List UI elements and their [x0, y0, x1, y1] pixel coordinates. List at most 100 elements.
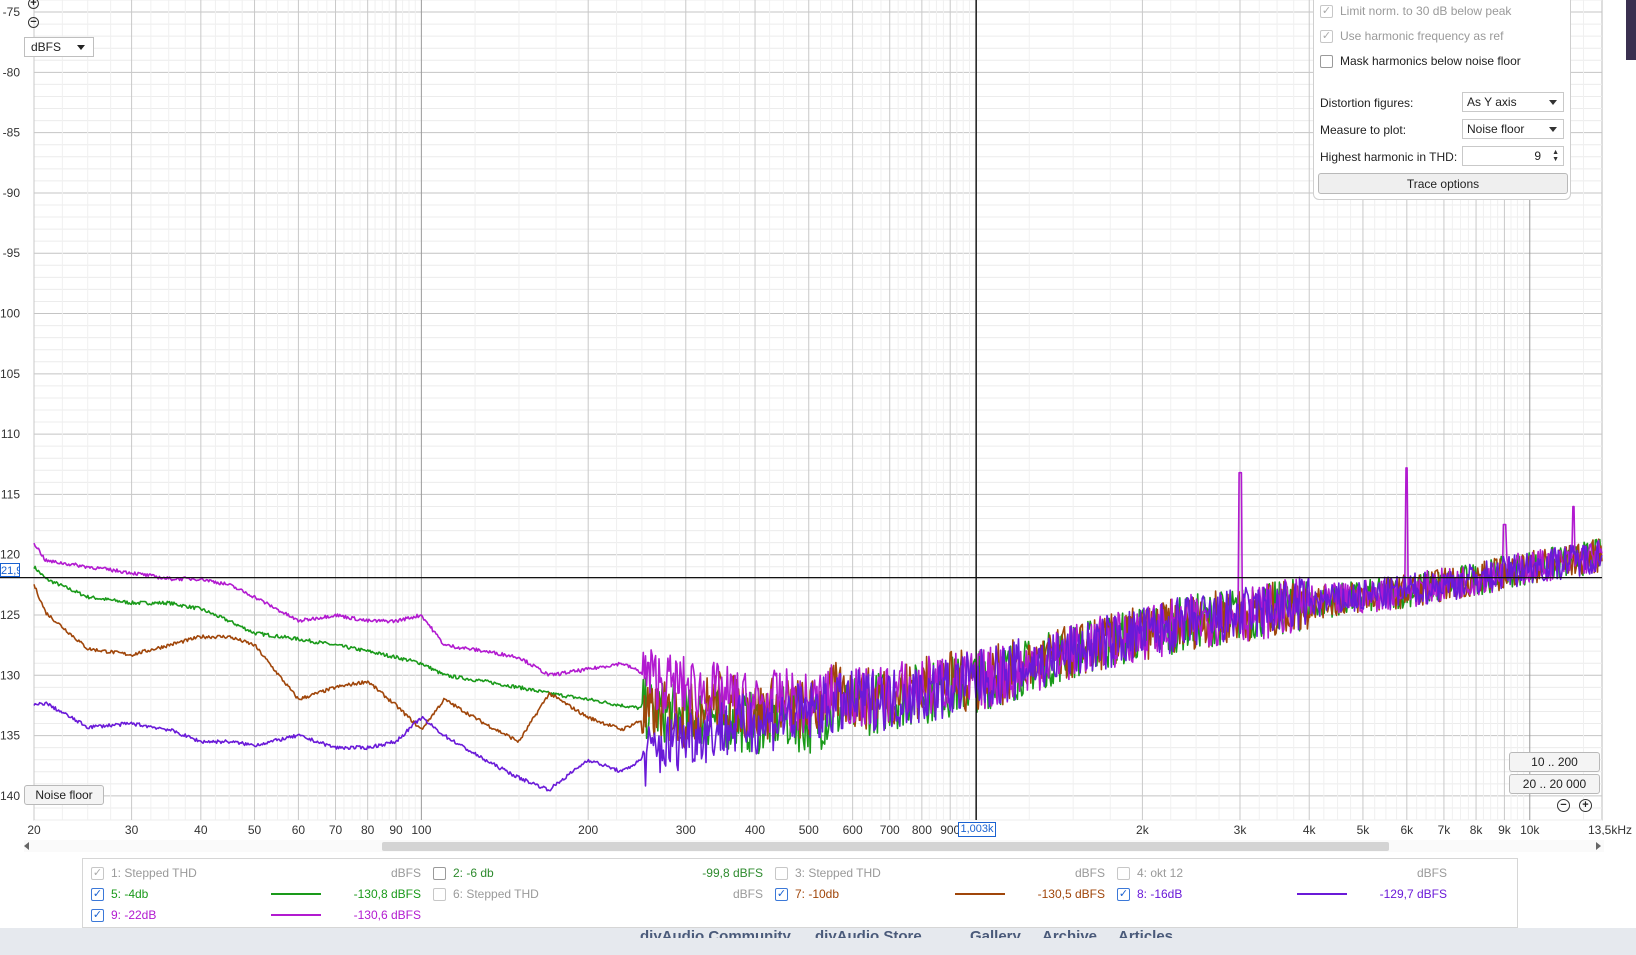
distortion-options-panel: ✓ Limit norm. to 30 dB below peak ✓ Use …: [1313, 0, 1571, 200]
trace-options-label: Trace options: [1406, 176, 1480, 191]
site-link-archive[interactable]: Archive: [1042, 928, 1097, 938]
x-tick-label: 300: [676, 823, 696, 835]
chevron-down-icon: [1549, 100, 1557, 105]
site-link-store[interactable]: diyAudio Store: [815, 928, 922, 938]
legend-item[interactable]: ✓ 8: -16dB -129,7 dBFS: [1117, 886, 1447, 902]
scroll-left-icon[interactable]: [24, 842, 29, 850]
legend-item[interactable]: ✓ 7: -10db -130,5 dBFS: [775, 886, 1105, 902]
distortion-figures-select[interactable]: As Y axis: [1462, 92, 1564, 112]
cursor-y-readout: 21,9: [0, 563, 20, 577]
legend-item[interactable]: 6: Stepped THD dBFS: [433, 886, 763, 902]
legend-name: 5: -4db: [111, 887, 149, 901]
x-tick-label: 13,5kHz: [1588, 823, 1632, 835]
chevron-down-icon: [77, 45, 85, 50]
site-link-community[interactable]: diyAudio Community: [640, 928, 791, 938]
trace-options-button[interactable]: Trace options: [1318, 173, 1568, 194]
y-tick-label: -95: [3, 246, 21, 260]
x-tick-label: 6k: [1400, 823, 1414, 835]
legend-checkbox[interactable]: [775, 866, 788, 880]
legend-item[interactable]: 4: okt 12 dBFS: [1117, 865, 1447, 881]
measure-to-plot-value: Noise floor: [1467, 122, 1525, 136]
legend-swatch: [271, 914, 321, 916]
legend-checkbox[interactable]: ✓: [1117, 887, 1130, 901]
x-tick-label: 200: [578, 823, 598, 835]
distortion-figures-label: Distortion figures:: [1320, 96, 1414, 110]
noise-floor-label: Noise floor: [35, 788, 93, 802]
x-tick-label: 2k: [1136, 823, 1150, 835]
legend-checkbox[interactable]: [433, 866, 446, 880]
legend-item[interactable]: 2: -6 db -99,8 dBFS: [433, 865, 763, 881]
legend-checkbox[interactable]: ✓: [91, 908, 104, 922]
x-tick-label: 40: [194, 823, 208, 835]
window-edge: [1626, 0, 1636, 60]
y-tick-label: 125: [0, 608, 20, 622]
legend-name: 4: okt 12: [1137, 866, 1184, 880]
chevron-down-icon: [1549, 127, 1557, 132]
legend-swatch: [271, 893, 321, 895]
range-10-200-button[interactable]: 10 .. 200: [1509, 752, 1600, 772]
legend-item[interactable]: ✓ 9: -22dB -130,6 dBFS: [91, 907, 421, 923]
cursor-x-readout: 1,003k: [958, 822, 996, 837]
site-link-articles[interactable]: Articles: [1118, 928, 1173, 938]
x-scrollbar-thumb[interactable]: [382, 842, 1389, 851]
zoom-in-x-icon[interactable]: +: [1579, 799, 1592, 812]
legend-value: dBFS: [390, 866, 421, 880]
noise-floor-button[interactable]: Noise floor: [24, 785, 104, 805]
legend-checkbox[interactable]: [1117, 866, 1130, 880]
x-tick-label: 9k: [1498, 823, 1512, 835]
checkbox-mask[interactable]: [1320, 54, 1333, 68]
legend-name: 8: -16dB: [1137, 887, 1183, 901]
legend-name: 1: Stepped THD: [111, 866, 197, 880]
y-tick-label: -75: [3, 5, 21, 19]
x-tick-label: 600: [843, 823, 863, 835]
legend-checkbox[interactable]: [433, 887, 446, 901]
unit-select[interactable]: dBFS: [24, 37, 94, 57]
legend-item[interactable]: ✓ 5: -4db -130,8 dBFS: [91, 886, 421, 902]
legend-value: dBFS: [1074, 866, 1105, 880]
legend-checkbox[interactable]: ✓: [91, 887, 104, 901]
legend-value: -130,8 dBFS: [353, 887, 421, 901]
x-tick-label: 700: [880, 823, 900, 835]
option-mask-row[interactable]: Mask harmonics below noise floor: [1320, 54, 1521, 68]
x-tick-label: 800: [912, 823, 932, 835]
zoom-out-icon[interactable]: −: [28, 17, 39, 28]
legend-checkbox[interactable]: ✓: [775, 887, 788, 901]
legend-name: 2: -6 db: [453, 866, 494, 880]
y-tick-label: -85: [3, 126, 21, 140]
legend-value: dBFS: [732, 887, 763, 901]
x-tick-label: 5k: [1357, 823, 1371, 835]
range-20-20000-button[interactable]: 20 .. 20 000: [1509, 774, 1600, 794]
scroll-right-icon[interactable]: [1596, 842, 1601, 850]
checkbox-limit[interactable]: ✓: [1320, 4, 1333, 18]
checkbox-harmonic-ref[interactable]: ✓: [1320, 29, 1333, 43]
legend-swatch: [955, 893, 1005, 895]
x-tick-label: 70: [329, 823, 343, 835]
highest-harmonic-label: Highest harmonic in THD:: [1320, 150, 1458, 164]
option-mask-label: Mask harmonics below noise floor: [1340, 54, 1521, 68]
x-tick-label: 500: [799, 823, 819, 835]
x-tick-label: 400: [745, 823, 765, 835]
x-tick-label: 80: [361, 823, 375, 835]
y-tick-label: 135: [0, 729, 20, 743]
legend-value: -130,5 dBFS: [1037, 887, 1105, 901]
unit-select-value: dBFS: [31, 40, 62, 54]
legend-name: 7: -10db: [795, 887, 840, 901]
highest-harmonic-stepper[interactable]: 9 ▲ ▼: [1462, 146, 1564, 166]
option-harmonic-ref-row[interactable]: ✓ Use harmonic frequency as ref: [1320, 29, 1503, 43]
legend-checkbox[interactable]: ✓: [91, 866, 104, 880]
stepper-arrows-icon[interactable]: ▲ ▼: [1552, 149, 1559, 163]
distortion-figures-value: As Y axis: [1467, 95, 1517, 109]
trace-legend: ✓ 1: Stepped THD dBFS 2: -6 db -99,8 dBFS 3: …: [82, 858, 1518, 928]
legend-value: -129,7 dBFS: [1379, 887, 1447, 901]
site-link-gallery[interactable]: Gallery: [970, 928, 1021, 938]
legend-name: 3: Stepped THD: [795, 866, 881, 880]
zoom-out-x-icon[interactable]: −: [1557, 799, 1570, 812]
y-tick-label: 105: [0, 367, 20, 381]
y-tick-label: -80: [3, 65, 21, 79]
x-tick-label: 100: [411, 823, 431, 835]
measure-to-plot-select[interactable]: Noise floor: [1462, 119, 1564, 139]
option-limit-row[interactable]: ✓ Limit norm. to 30 dB below peak: [1320, 4, 1511, 18]
x-tick-label: 30: [125, 823, 139, 835]
legend-item[interactable]: ✓ 1: Stepped THD dBFS: [91, 865, 421, 881]
legend-item[interactable]: 3: Stepped THD dBFS: [775, 865, 1105, 881]
